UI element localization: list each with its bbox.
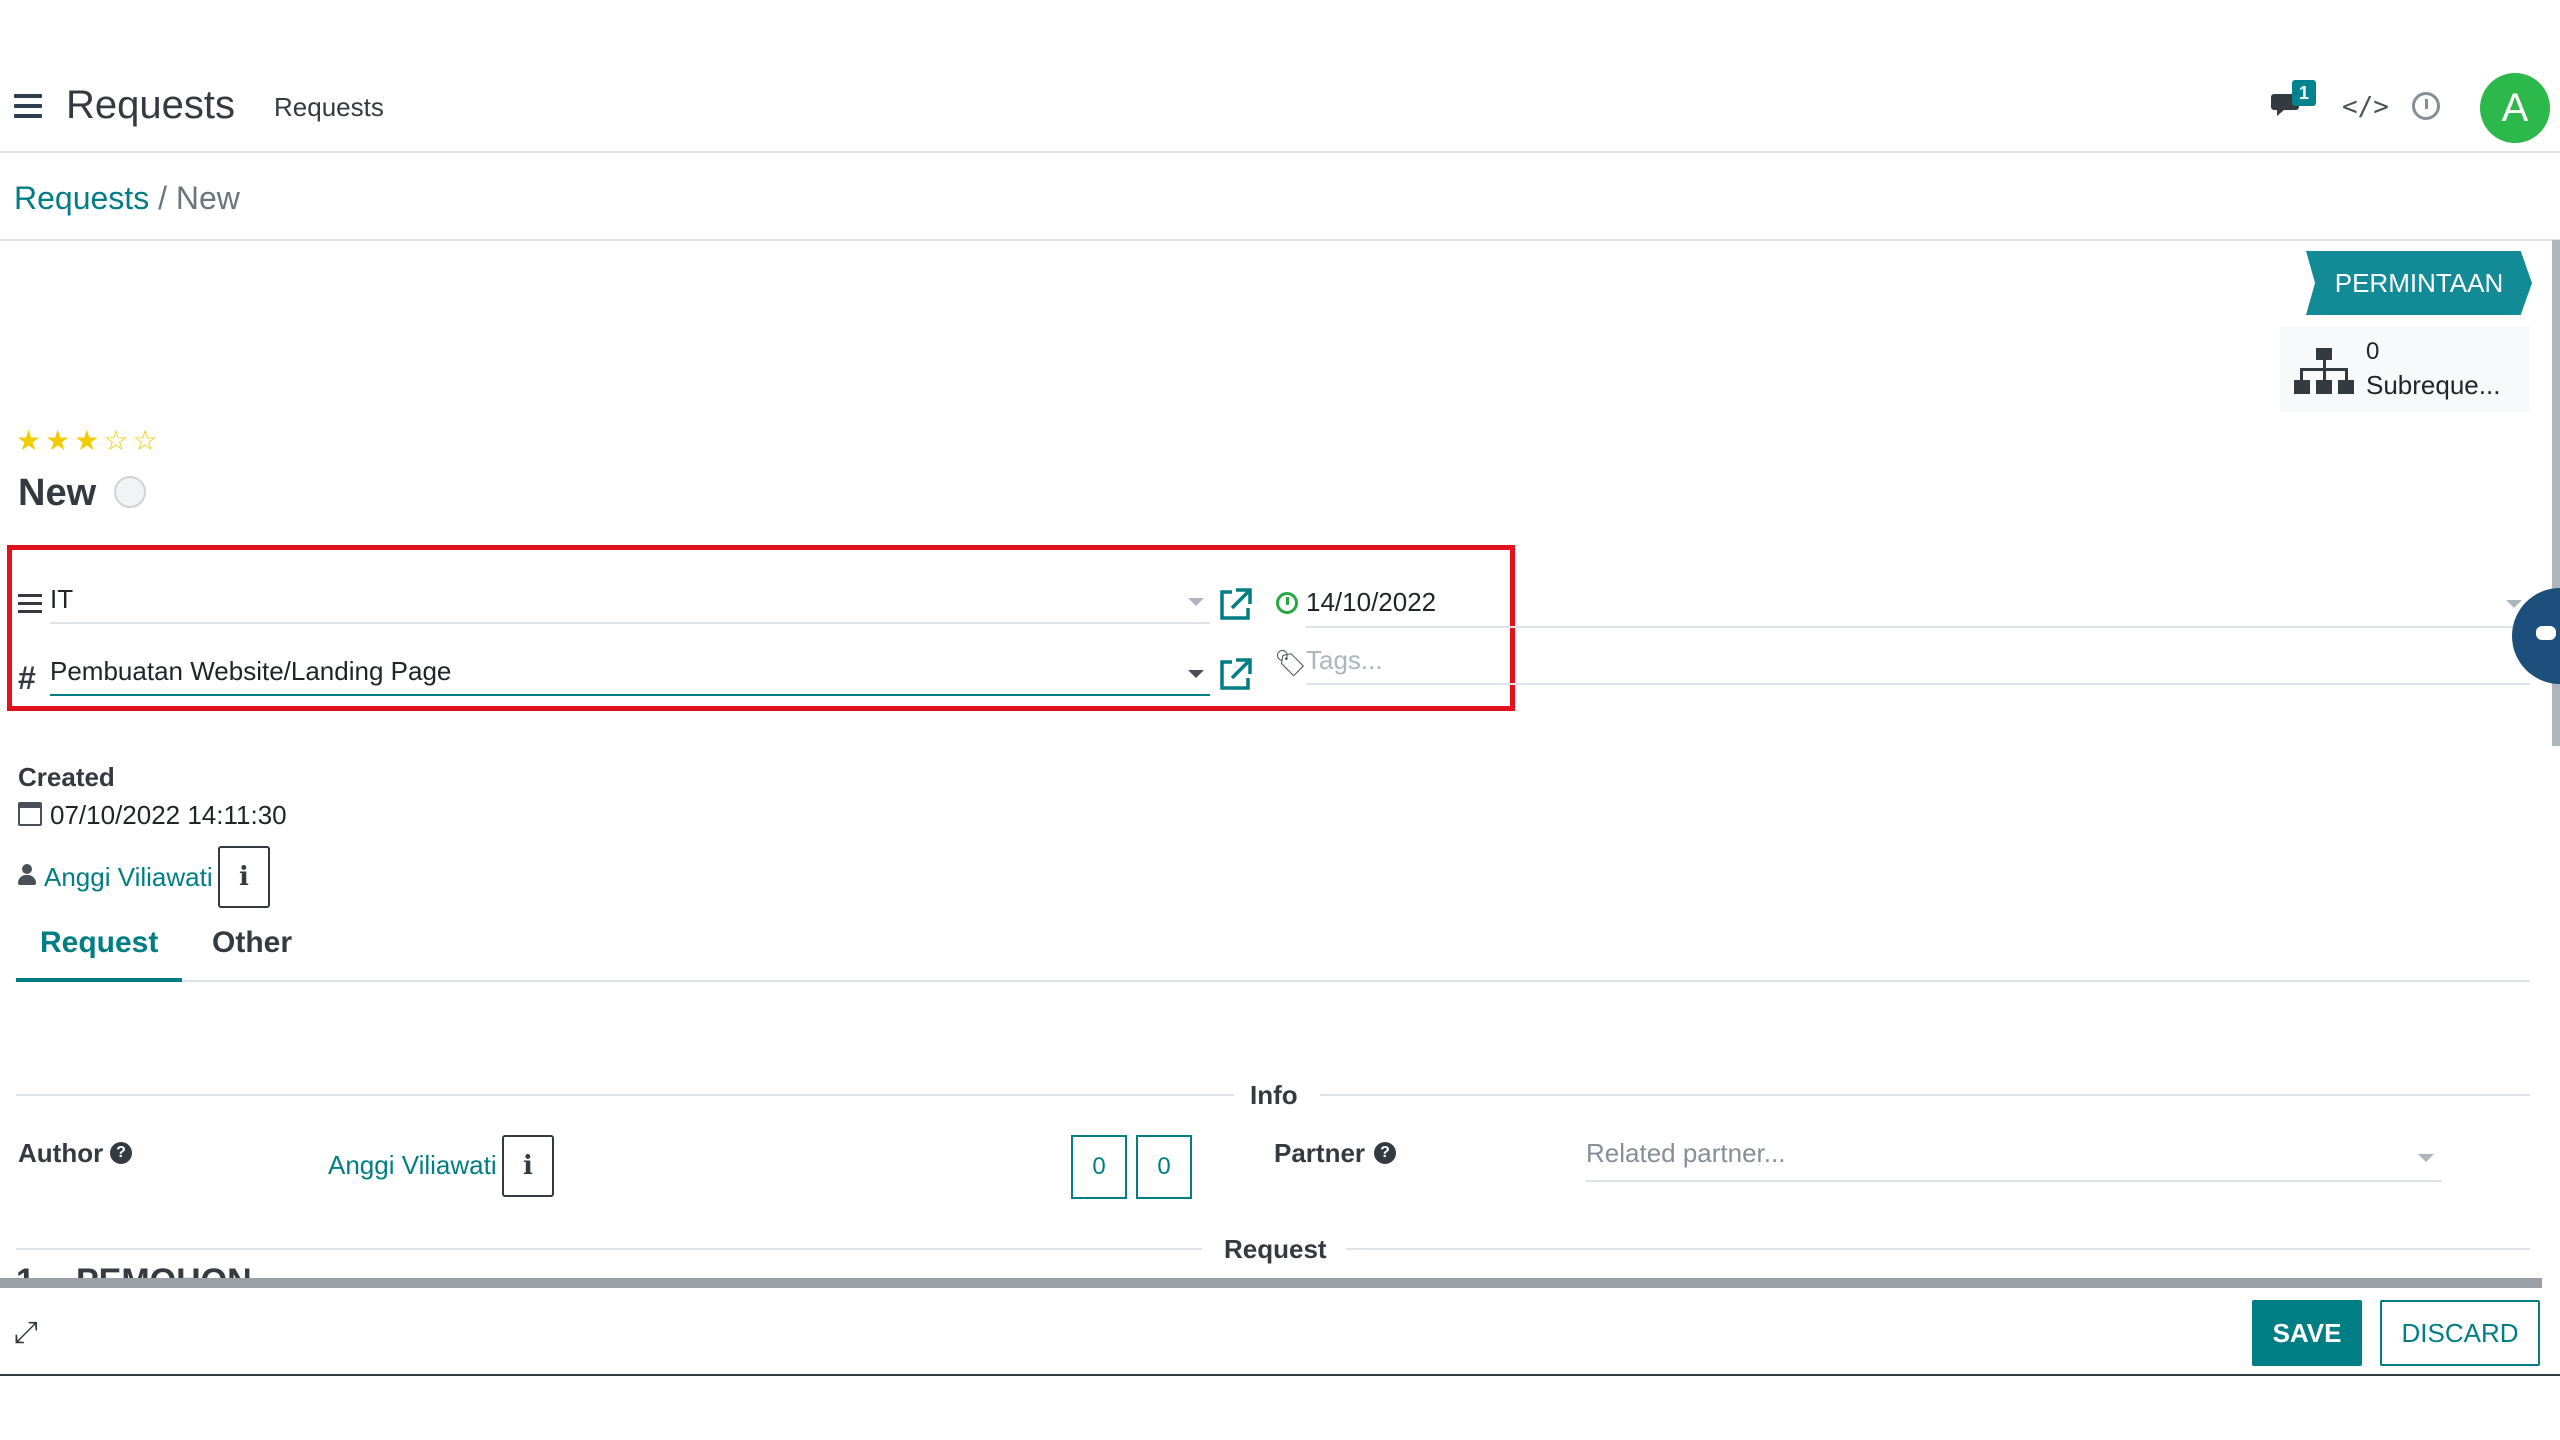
created-by-user-link[interactable]: Anggi Viliawati [44,862,213,893]
partner-label: Partner [1274,1138,1366,1168]
author-info-button[interactable]: i [502,1135,554,1197]
tab-request[interactable]: Request [16,916,183,982]
info-separator-line-left [16,1094,1234,1096]
category-lines-icon [18,594,42,618]
category-external-link-icon[interactable] [1216,586,1254,624]
partner-placeholder: Related partner... [1586,1138,1786,1168]
breadcrumb-parent-link[interactable]: Requests [14,180,149,216]
count-box-a[interactable]: 0 [1071,1135,1127,1199]
activity-clock-icon[interactable] [2412,92,2440,120]
top-navbar: Requests Requests 1 </> A [0,0,2560,153]
tags-placeholder: Tags... [1306,645,1383,675]
deadline-date-value[interactable]: 14/10/2022 [1306,587,1436,618]
subrequests-label: Subreque... [2366,370,2501,400]
menu-hamburger-icon[interactable] [14,94,42,120]
request-separator-line-right [1346,1248,2530,1250]
category-value: IT [50,584,74,614]
menu-link-requests[interactable]: Requests [274,92,384,123]
bottom-divider [0,1278,2542,1288]
partner-dropdown-caret-icon[interactable] [2418,1154,2434,1162]
discard-button[interactable]: DISCARD [2380,1300,2540,1366]
tags-icon: 🏷 [1274,648,1308,678]
app-title[interactable]: Requests [66,83,235,128]
author-help-icon[interactable]: ? [110,1142,132,1164]
subrequests-count: 0 [2366,338,2380,365]
request-separator-line-left [16,1248,1202,1250]
notebook-tabs: Request Other [16,916,2530,982]
type-hash-icon: # [18,660,36,696]
sitemap-icon [2294,348,2354,394]
tags-input[interactable]: Tags... [1306,645,2530,685]
stage-status-button[interactable]: PERMINTAAN [2306,251,2532,315]
category-dropdown-caret-icon[interactable] [1188,598,1204,606]
debug-code-icon[interactable]: </> [2342,92,2389,122]
created-by-info-button[interactable]: i [218,846,270,908]
category-field[interactable]: IT [50,576,1210,624]
priority-stars: ★★★☆☆ [16,424,162,457]
star-1-filled-icon[interactable]: ★ [16,425,45,456]
form-buttons-bar: ⤢ SAVE DISCARD [0,1288,2560,1376]
subrequests-smart-button[interactable]: 0 Subreque... [2280,326,2530,412]
partner-input[interactable]: Related partner... [1586,1138,2442,1182]
star-2-filled-icon[interactable]: ★ [45,425,74,456]
breadcrumb-current: New [175,180,240,216]
partner-help-icon[interactable]: ? [1374,1142,1396,1164]
user-avatar[interactable]: A [2480,73,2550,143]
expand-icon[interactable]: ⤢ [14,1316,38,1350]
author-label: Author [18,1138,104,1168]
request-type-field[interactable]: Pembuatan Website/Landing Page [50,648,1210,696]
deadline-underline [1306,626,2530,628]
request-type-dropdown-caret-icon[interactable] [1188,670,1204,678]
star-5-empty-icon[interactable]: ☆ [132,425,161,456]
record-title: New [18,472,97,514]
deadline-clock-icon [1276,592,1298,614]
user-icon [18,864,36,886]
messages-badge: 1 [2292,80,2316,106]
count-box-b[interactable]: 0 [1136,1135,1192,1199]
breadcrumb-separator: / [158,180,167,216]
request-type-external-link-icon[interactable] [1216,656,1254,694]
star-4-empty-icon[interactable]: ☆ [103,425,132,456]
breadcrumb: Requests / New [14,180,240,217]
created-datetime: 07/10/2022 14:11:30 [50,800,287,830]
save-button[interactable]: SAVE [2252,1300,2362,1366]
author-value-link[interactable]: Anggi Viliawati [328,1150,497,1181]
info-separator-title: Info [1250,1080,1298,1110]
info-separator-line-right [1320,1094,2530,1096]
request-separator-title: Request [1224,1234,1327,1264]
control-panel: Requests / New [0,155,2560,241]
created-label: Created [18,762,115,792]
request-type-value: Pembuatan Website/Landing Page [50,656,452,686]
star-3-filled-icon[interactable]: ★ [74,425,103,456]
calendar-icon [18,802,42,826]
deadline-dropdown-caret-icon[interactable] [2506,600,2522,608]
kanban-state-circle-icon[interactable] [114,476,146,508]
tab-other[interactable]: Other [188,916,316,982]
